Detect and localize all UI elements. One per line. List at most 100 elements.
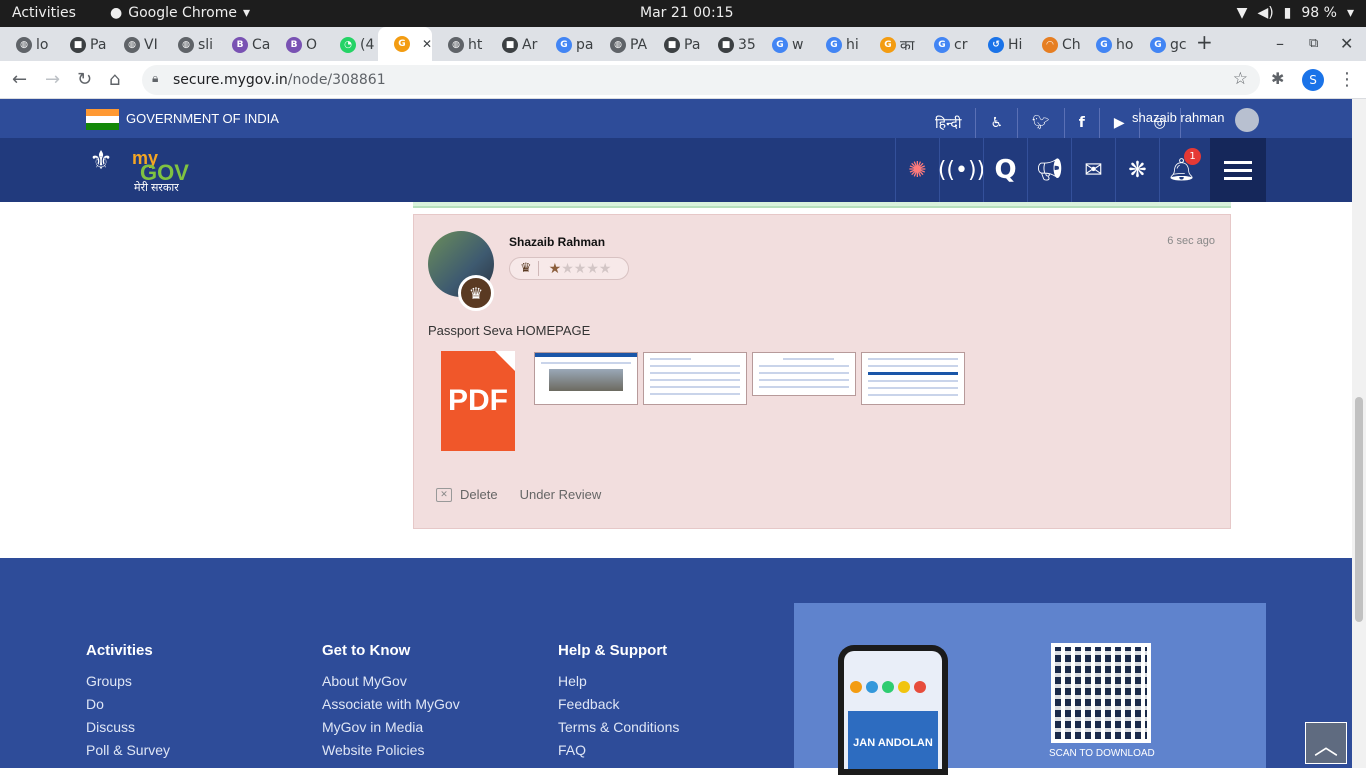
footer-link[interactable]: Terms & Conditions [558, 719, 679, 735]
clock[interactable]: Mar 21 00:15 [640, 5, 733, 21]
footer-link[interactable]: Groups [86, 673, 170, 689]
attachment-thumbnail[interactable] [861, 352, 965, 405]
footer-link[interactable]: Discuss [86, 719, 170, 735]
megaphone-icon[interactable]: 📢︎ [1027, 138, 1071, 202]
browser-tab[interactable]: ◍ VI [108, 31, 162, 59]
phone-mockup[interactable]: JAN ANDOLAN [838, 645, 948, 775]
browser-tab[interactable]: ■ Pa [54, 31, 108, 59]
star-icon: ★ [598, 260, 612, 277]
back-icon[interactable]: ← [12, 69, 27, 90]
attachment-thumbnail[interactable] [534, 352, 638, 405]
browser-tab[interactable]: ◠ Ch [1026, 31, 1080, 59]
attachment-thumbnail[interactable] [643, 352, 747, 405]
attachment-thumbnail[interactable] [752, 352, 856, 396]
notification-bell-icon[interactable]: 🔔︎ 1 [1159, 138, 1203, 202]
bookmark-star-icon[interactable]: ☆ [1233, 69, 1248, 89]
activities-button[interactable]: Activities [12, 5, 76, 21]
tab-label: Pa [90, 37, 107, 53]
footer-link[interactable]: Do [86, 696, 170, 712]
footer-link[interactable]: Feedback [558, 696, 679, 712]
browser-tab[interactable]: ■ 35 [702, 31, 756, 59]
footer-link[interactable]: About MyGov [322, 673, 460, 689]
browser-tab[interactable]: BO [270, 31, 324, 59]
hamburger-menu-icon[interactable] [1210, 138, 1266, 202]
accessibility-icon[interactable]: ♿︎ [990, 115, 1003, 131]
browser-tab[interactable]: Gho [1080, 31, 1134, 59]
browser-tab[interactable]: Gpa [540, 31, 594, 59]
home-icon[interactable]: ⌂ [109, 69, 120, 90]
google-icon: G [556, 37, 572, 53]
browser-tab[interactable]: Ghi [810, 31, 864, 59]
browser-tab[interactable]: ◍ lo [0, 31, 54, 59]
profile-avatar[interactable]: S [1302, 69, 1324, 91]
delete-link[interactable]: Delete [460, 487, 498, 502]
footer-link[interactable]: Associate with MyGov [322, 696, 460, 712]
hindi-link[interactable]: हिन्दी [935, 114, 961, 133]
app-menu[interactable]: ● Google Chrome ▾ [110, 5, 250, 21]
browser-tab[interactable]: ■ Pa [648, 31, 702, 59]
twitter-icon[interactable]: 🐦︎ [1032, 115, 1050, 131]
close-icon[interactable]: ✕ [1340, 34, 1353, 53]
new-tab-button[interactable]: + [1196, 30, 1213, 54]
comment-card: ♛ Shazaib Rahman 6 sec ago ♛ ★★★★★ Passp… [413, 214, 1231, 529]
footer-link[interactable]: FAQ [558, 742, 679, 758]
scroll-to-top-button[interactable]: ︿ [1305, 722, 1347, 764]
author-name[interactable]: Shazaib Rahman [509, 235, 605, 249]
page-scrollbar[interactable] [1352, 99, 1366, 768]
chrome-icon: ● [110, 5, 123, 21]
footer-link[interactable]: Help [558, 673, 679, 689]
footer-link[interactable]: MyGov in Media [322, 719, 460, 735]
google-icon: G [1150, 37, 1166, 53]
browser-tab[interactable]: Gw [756, 31, 810, 59]
extensions-icon[interactable]: ✱ [1271, 69, 1284, 88]
user-name-link[interactable]: shazaib rahman [1132, 110, 1225, 125]
tab-label: ht [468, 37, 483, 53]
qr-code[interactable] [1051, 643, 1151, 743]
footer-link[interactable]: Website Policies [322, 742, 460, 758]
network-icon[interactable]: ❋ [1115, 138, 1159, 202]
bootstrap-icon: B [232, 37, 248, 53]
user-avatar[interactable] [1235, 108, 1259, 132]
browser-tab[interactable]: G ✕ [378, 27, 432, 61]
browser-tab[interactable]: ↺ Hi [972, 31, 1026, 59]
covid-icon[interactable]: ✺ [895, 138, 939, 202]
system-tray[interactable]: ▼ ◀) ▮ 98 % ▾ [1237, 5, 1354, 21]
browser-tab[interactable]: ■ Ar [486, 31, 540, 59]
footer-col-help: Help & Support Help Feedback Terms & Con… [558, 642, 679, 765]
youtube-icon[interactable]: ▶ [1114, 115, 1125, 131]
delete-icon[interactable]: ✕ [436, 487, 452, 502]
divider [1098, 108, 1100, 138]
forward-icon[interactable]: → [45, 69, 60, 90]
lock-icon[interactable]: 🔒︎ [152, 71, 158, 86]
restore-icon[interactable]: ⧉ [1309, 36, 1318, 51]
browser-tab[interactable]: Gcr [918, 31, 972, 59]
browser-tab[interactable]: ◍ PA [594, 31, 648, 59]
browser-tab[interactable]: ◔ (4 [324, 31, 378, 59]
browser-tab[interactable]: ◍ sli [162, 31, 216, 59]
mail-icon[interactable]: ✉ [1071, 138, 1115, 202]
footer-link[interactable]: Poll & Survey [86, 742, 170, 758]
browser-tab[interactable]: G का [864, 31, 918, 59]
browser-toolbar: ← → ↻ ⌂ 🔒︎ secure.mygov.in/node/308861 ☆… [0, 61, 1366, 99]
address-bar[interactable]: 🔒︎ secure.mygov.in/node/308861 ☆ [142, 65, 1260, 95]
logo-tagline: मेरी सरकार [134, 182, 179, 194]
medal-icon: ♛ [520, 261, 539, 276]
browser-tab[interactable]: Ggc [1134, 31, 1188, 59]
national-emblem-icon[interactable]: ⚜ [86, 146, 116, 194]
comment-time: 6 sec ago [1167, 235, 1215, 247]
pdf-attachment-icon[interactable]: PDF [441, 351, 515, 451]
gov-label[interactable]: GOVERNMENT OF INDIA [126, 111, 279, 126]
browser-tab[interactable]: B Ca [216, 31, 270, 59]
more-menu-icon[interactable]: ⋮ [1338, 69, 1356, 90]
url-text[interactable]: secure.mygov.in/node/308861 [173, 72, 386, 88]
tab-label: sli [198, 37, 214, 53]
scan-label: SCAN TO DOWNLOAD [1049, 748, 1155, 759]
facebook-icon[interactable]: f [1079, 115, 1085, 131]
broadcast-icon[interactable]: ((•)) [938, 138, 985, 202]
minimize-icon[interactable]: – [1276, 34, 1284, 53]
close-tab-icon[interactable]: ✕ [422, 37, 432, 51]
mygov-logo[interactable]: my GOV मेरी सरकार [132, 148, 189, 194]
quiz-icon[interactable]: Q [983, 138, 1027, 202]
browser-tab[interactable]: ◍ ht [432, 31, 486, 59]
reload-icon[interactable]: ↻ [77, 69, 92, 90]
